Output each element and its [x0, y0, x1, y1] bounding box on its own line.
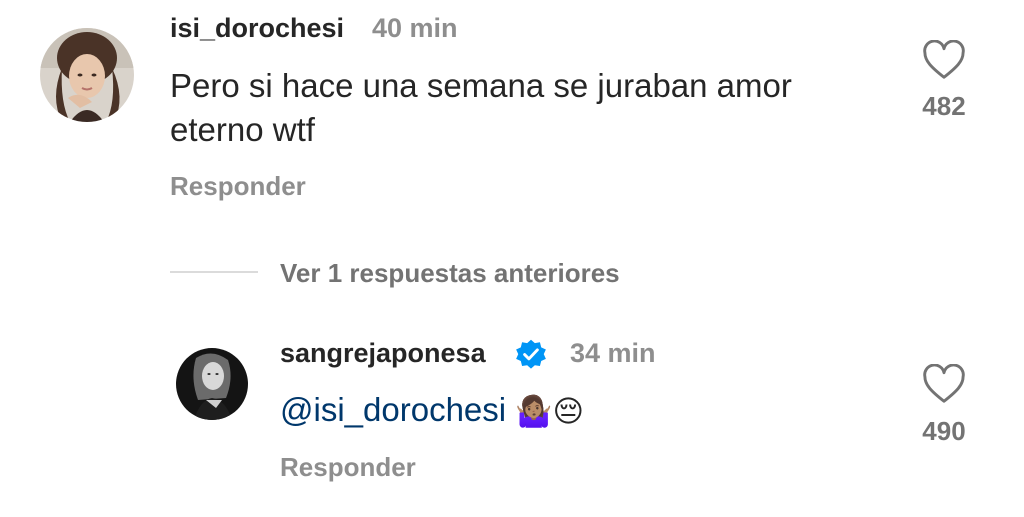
reply-like-button[interactable]	[922, 363, 966, 404]
reply-username[interactable]: sangrejaponesa	[280, 338, 486, 369]
comment-like-count: 482	[922, 91, 966, 121]
view-previous-replies-link[interactable]: Ver 1 respuestas anteriores	[280, 258, 620, 289]
person-shrugging-emoji: 🤷🏽‍♀️	[515, 395, 553, 429]
verified-badge-icon	[514, 338, 548, 372]
reply-timestamp: 34 min	[570, 338, 656, 368]
reply-text: @isi_dorochesi 🤷🏽‍♀️😔	[280, 388, 900, 434]
comment-like-button[interactable]	[922, 39, 966, 80]
mention-link[interactable]: @isi_dorochesi	[280, 391, 506, 428]
comment-text-line-2: eterno wtf	[170, 111, 315, 148]
heart-icon	[923, 363, 965, 403]
heart-icon	[923, 39, 965, 79]
reply-reply-button[interactable]: Responder	[280, 452, 416, 483]
profile-photo-icon	[176, 348, 248, 420]
comment-timestamp: 40 min	[372, 13, 458, 43]
comment-username[interactable]: isi_dorochesi	[170, 13, 344, 44]
pensive-face-emoji: 😔	[552, 395, 584, 429]
replies-divider	[170, 271, 258, 273]
profile-photo-icon	[40, 28, 134, 122]
reply-like-count: 490	[922, 416, 966, 446]
comment-reply-button[interactable]: Responder	[170, 171, 306, 202]
comment-text: Pero si hace una semana se juraban amor …	[170, 64, 890, 152]
reply-avatar[interactable]	[176, 348, 248, 420]
comment-text-line-1: Pero si hace una semana se juraban amor	[170, 67, 792, 104]
comment-avatar[interactable]	[40, 28, 134, 122]
